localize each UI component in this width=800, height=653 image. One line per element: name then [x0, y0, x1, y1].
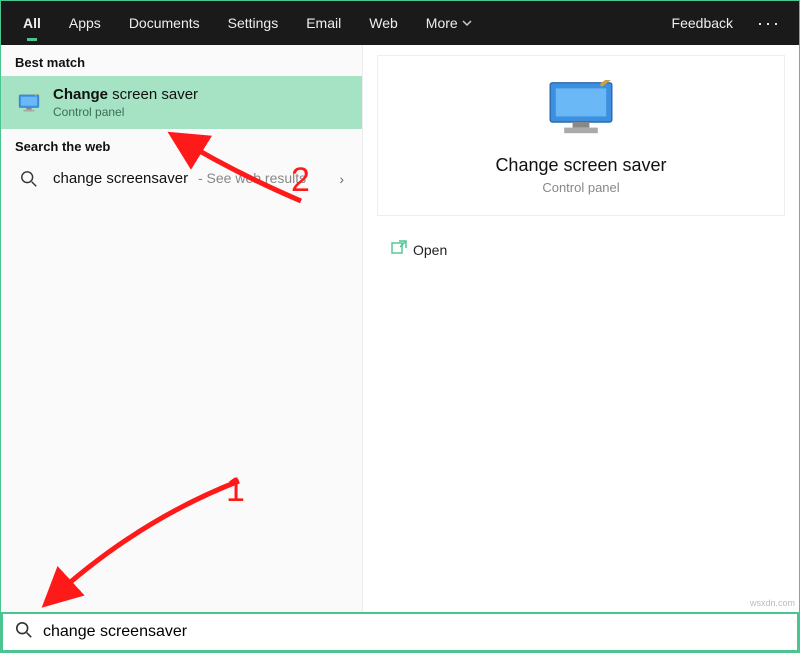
feedback-label: Feedback [672, 15, 733, 31]
ellipsis-icon: ··· [757, 13, 781, 33]
best-match-title-rest: screen saver [108, 86, 198, 103]
results-panel: Best match Change screen saver Control p… [1, 45, 363, 612]
search-bar-icon [15, 621, 33, 644]
tab-settings-label: Settings [228, 15, 279, 31]
search-icon [15, 170, 43, 188]
watermark: wsxdn.com [750, 598, 795, 608]
overflow-menu[interactable]: ··· [747, 13, 791, 34]
body: Best match Change screen saver Control p… [1, 45, 799, 612]
best-match-text: Change screen saver Control panel [53, 86, 198, 119]
monitor-large-icon [547, 80, 615, 141]
web-result-query: change screensaver [53, 170, 188, 187]
tab-documents[interactable]: Documents [115, 1, 214, 45]
search-bar[interactable] [1, 612, 799, 652]
preview-panel: Change screen saver Control panel Open [363, 45, 799, 612]
tab-apps-label: Apps [69, 15, 101, 31]
tab-email-label: Email [306, 15, 341, 31]
chevron-down-icon [462, 18, 472, 28]
best-match-subtitle: Control panel [53, 105, 198, 119]
best-match-title-bold: Change [53, 86, 108, 103]
tab-settings[interactable]: Settings [214, 1, 293, 45]
tab-email[interactable]: Email [292, 1, 355, 45]
open-label: Open [413, 242, 447, 258]
tab-all-label: All [23, 15, 41, 31]
tab-more-label: More [426, 15, 458, 31]
chevron-right-icon: › [339, 171, 344, 187]
filter-tabs: All Apps Documents Settings Email Web Mo… [1, 1, 799, 45]
web-result-text: change screensaver - See web results [53, 170, 306, 188]
preview-title: Change screen saver [495, 155, 666, 176]
best-match-header: Best match [1, 45, 362, 76]
preview-subtitle: Control panel [542, 180, 619, 195]
feedback-link[interactable]: Feedback [658, 15, 747, 31]
monitor-icon [15, 94, 43, 112]
best-match-title: Change screen saver [53, 86, 198, 103]
web-result[interactable]: change screensaver - See web results › [1, 160, 362, 198]
best-match-result[interactable]: Change screen saver Control panel [1, 76, 362, 129]
tab-all[interactable]: All [9, 1, 55, 45]
tab-apps[interactable]: Apps [55, 1, 115, 45]
tab-web-label: Web [369, 15, 398, 31]
web-result-suffix: - See web results [194, 170, 306, 186]
open-icon [391, 240, 413, 259]
tab-web[interactable]: Web [355, 1, 412, 45]
tab-documents-label: Documents [129, 15, 200, 31]
search-input[interactable] [43, 623, 785, 641]
open-action[interactable]: Open [387, 232, 775, 267]
preview-card: Change screen saver Control panel [377, 55, 785, 216]
window-root: All Apps Documents Settings Email Web Mo… [0, 0, 800, 653]
search-web-header: Search the web [1, 129, 362, 160]
tab-more[interactable]: More [412, 1, 486, 45]
